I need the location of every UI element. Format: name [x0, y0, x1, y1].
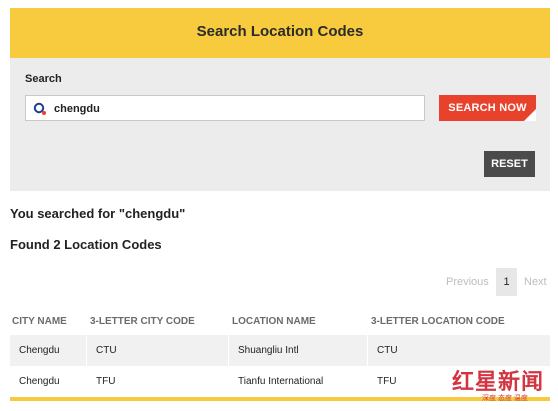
column-divider	[228, 335, 229, 397]
pagination-next[interactable]: Next	[524, 276, 547, 288]
cell-location-name: Shuangliu Intl	[238, 345, 299, 356]
cell-city-name: Chengdu	[19, 345, 60, 356]
search-label: Search	[25, 73, 62, 85]
column-header-location-code: 3-LETTER LOCATION CODE	[371, 316, 505, 327]
reset-button[interactable]: RESET	[484, 151, 535, 177]
column-header-city-name: CITY NAME	[12, 316, 67, 327]
cell-location-code: TFU	[377, 376, 397, 387]
search-panel: Search SEARCH NOW RESET	[10, 58, 550, 191]
found-count-text: Found 2 Location Codes	[10, 237, 162, 252]
header-banner: Search Location Codes	[10, 8, 550, 58]
searched-for-text: You searched for "chengdu"	[10, 206, 186, 221]
cell-city-code: TFU	[96, 376, 116, 387]
cell-city-code: CTU	[96, 345, 117, 356]
column-header-city-code: 3-LETTER CITY CODE	[90, 316, 195, 327]
column-divider	[86, 335, 87, 397]
cell-location-code: CTU	[377, 345, 398, 356]
watermark-subtext: 深度 态度 温度	[482, 395, 528, 402]
watermark-text: 红星新闻	[452, 369, 545, 395]
pagination-current-page[interactable]: 1	[496, 268, 517, 296]
button-corner-fold	[524, 109, 536, 121]
column-header-location-name: LOCATION NAME	[232, 316, 316, 327]
cell-location-name: Tianfu International	[238, 376, 324, 387]
watermark-logo: 红星新闻 深度 态度 温度	[452, 364, 556, 408]
search-now-label: SEARCH NOW	[448, 102, 527, 114]
table-header: CITY NAME 3-LETTER CITY CODE LOCATION NA…	[10, 314, 550, 331]
search-now-button[interactable]: SEARCH NOW	[439, 95, 536, 121]
search-icon	[33, 102, 47, 116]
search-input[interactable]	[54, 100, 414, 117]
column-divider	[367, 335, 368, 397]
search-box[interactable]	[25, 95, 425, 121]
pagination-previous[interactable]: Previous	[446, 276, 489, 288]
cell-city-name: Chengdu	[19, 376, 60, 387]
page-title: Search Location Codes	[196, 23, 364, 40]
table-row: Chengdu CTU Shuangliu Intl CTU	[10, 335, 550, 366]
